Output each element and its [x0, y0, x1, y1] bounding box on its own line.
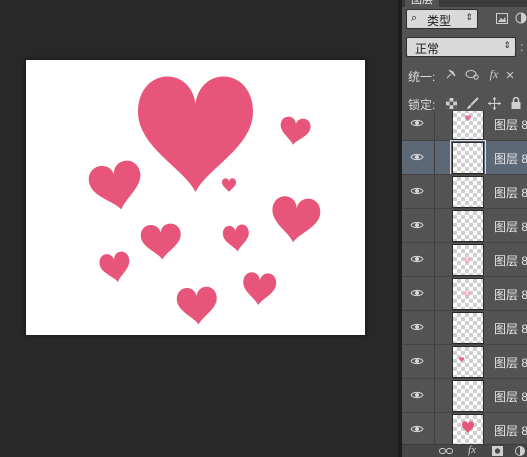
layer-name[interactable]: 图层 8	[494, 116, 527, 133]
layer-thumbnail[interactable]	[450, 140, 486, 176]
hearts-artwork	[86, 76, 322, 326]
unify-style-fx-icon[interactable]: fx	[486, 66, 502, 82]
chevron-updown-icon: ⇕	[465, 12, 473, 22]
layer-name[interactable]: 图层 8	[494, 422, 527, 439]
layer-thumbnail[interactable]	[452, 312, 484, 344]
eye-icon	[410, 357, 424, 365]
layer-name[interactable]: 图层 8	[494, 354, 527, 371]
layer-thumbnail[interactable]	[452, 346, 484, 378]
add-layer-style-fx-icon[interactable]: fx	[464, 444, 480, 456]
filter-image-icon[interactable]	[494, 10, 510, 26]
visibility-toggle[interactable]	[402, 243, 435, 276]
visibility-toggle[interactable]	[402, 141, 435, 174]
layer-row[interactable]: 图层 8	[402, 111, 527, 140]
panel-bottom-bar: fx	[402, 444, 527, 457]
unify-position-icon[interactable]	[444, 67, 458, 81]
blend-mode-value: 正常	[415, 42, 440, 56]
layer-row[interactable]: 图层 8	[402, 242, 527, 276]
blend-mode-select[interactable]: 正常 ⇕	[406, 37, 516, 57]
layer-name[interactable]: 图层 8	[494, 184, 527, 201]
layer-thumbnail[interactable]	[452, 380, 484, 412]
layer-row[interactable]: 图层 8	[402, 174, 527, 208]
layer-thumbnail[interactable]	[452, 244, 484, 276]
visibility-toggle[interactable]	[402, 277, 435, 310]
visibility-toggle[interactable]	[402, 345, 435, 378]
heart-mid	[222, 223, 251, 253]
document-canvas[interactable]	[26, 60, 365, 335]
eye-icon	[410, 153, 424, 161]
heart-large	[138, 76, 253, 192]
layer-filter-select[interactable]: ⌕ 类型 ⇕	[406, 9, 478, 29]
layer-name[interactable]: 图层 8	[494, 150, 527, 167]
eye-icon	[410, 289, 424, 297]
layer-thumbnail[interactable]	[452, 278, 484, 310]
thumbnail-heart-icon	[464, 257, 471, 264]
heart-lower-right	[241, 271, 277, 307]
layer-thumbnail[interactable]	[452, 176, 484, 208]
heart-bottom	[176, 286, 219, 326]
eye-icon	[410, 119, 424, 127]
layer-name[interactable]: 图层 8	[494, 388, 527, 405]
eye-icon	[410, 323, 424, 331]
visibility-toggle[interactable]	[402, 311, 435, 344]
link-layers-icon[interactable]	[438, 445, 454, 457]
lock-all-icon[interactable]	[509, 95, 523, 111]
heart-top-right	[278, 115, 312, 147]
chevron-updown-icon: ⇕	[503, 40, 511, 50]
visibility-toggle[interactable]	[402, 379, 435, 412]
heart-tiny	[222, 178, 236, 192]
layer-row[interactable]: 图层 8	[402, 378, 527, 412]
unify-visibility-icon[interactable]	[464, 67, 480, 81]
layer-row[interactable]: 图层 8	[402, 344, 527, 378]
layer-row[interactable]: 图层 8	[402, 310, 527, 344]
layer-thumbnail[interactable]	[452, 210, 484, 242]
heart-right	[269, 194, 322, 245]
visibility-toggle[interactable]	[402, 209, 435, 242]
layer-row[interactable]: 图层 8	[402, 208, 527, 242]
eye-icon	[410, 391, 424, 399]
tab-layers[interactable]: 图层	[405, 0, 439, 7]
visibility-toggle[interactable]	[402, 175, 435, 208]
panel-tab-bar: 图层	[402, 0, 527, 7]
layer-thumbnail[interactable]	[452, 414, 484, 444]
visibility-toggle[interactable]	[402, 111, 435, 140]
layer-name[interactable]: 图层 8	[494, 252, 527, 269]
heart-left	[86, 158, 147, 215]
add-mask-icon[interactable]	[490, 445, 504, 457]
thumbnail-heart-icon	[464, 291, 471, 298]
eye-icon	[410, 221, 424, 229]
filter-adjustment-icon[interactable]	[515, 10, 527, 26]
lock-transparent-pixels-icon[interactable]	[444, 96, 458, 110]
layer-row[interactable]: 图层 8	[402, 276, 527, 310]
thumbnail-heart-icon	[465, 115, 471, 121]
canvas-workspace[interactable]	[0, 0, 398, 457]
thumbnail-heart-icon	[459, 357, 464, 362]
layer-name[interactable]: 图层 8	[494, 218, 527, 235]
layers-panel: 图层 ⌕ 类型 ⇕ 正常 ⇕ : 统一: fx 锁定: 图层 8 图层 8 图层…	[402, 0, 527, 457]
unify-label: 统一:	[408, 70, 436, 84]
eye-icon	[410, 425, 424, 433]
eye-icon	[410, 255, 424, 263]
layer-name[interactable]: 图层 8	[494, 320, 527, 337]
layer-name[interactable]: 图层 8	[494, 286, 527, 303]
layer-list: 图层 8 图层 8 图层 8 图层 8 图层 8 图层 8 图层 8 图层 8 图层 8 图层 8	[402, 111, 527, 444]
layer-row[interactable]: 图层 8	[402, 412, 527, 444]
layer-row[interactable]: 图层 8	[402, 140, 527, 176]
opacity-label-fragment: :	[520, 40, 524, 54]
eye-icon	[410, 187, 424, 195]
search-icon: ⌕	[411, 12, 418, 24]
lock-image-pixels-brush-icon[interactable]	[464, 95, 480, 111]
heart-lower-left	[98, 250, 133, 285]
thumbnail-heart-icon	[462, 421, 474, 433]
unify-extra-icon[interactable]	[505, 69, 515, 81]
adjustment-layer-icon[interactable]	[513, 445, 527, 457]
visibility-toggle[interactable]	[402, 413, 435, 444]
heart-mid-left	[140, 222, 183, 261]
lock-position-move-icon[interactable]	[486, 95, 502, 111]
layer-thumbnail[interactable]	[452, 111, 484, 140]
filter-value: 类型	[427, 14, 452, 28]
